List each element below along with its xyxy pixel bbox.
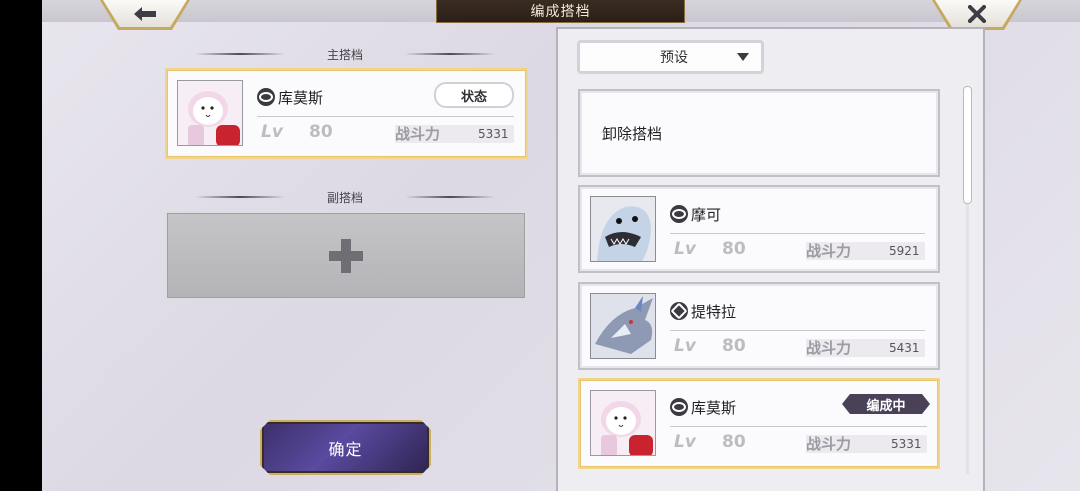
main-partner-label: 主搭档 <box>165 46 525 63</box>
divider <box>257 116 514 117</box>
level-label: Lv <box>674 336 696 356</box>
editing-badge: 编成中 <box>842 394 930 414</box>
partner-name: 库莫斯 <box>278 89 324 107</box>
level-label: Lv <box>674 432 696 452</box>
divider <box>670 233 925 234</box>
partner-portrait <box>590 196 656 262</box>
preset-dropdown[interactable]: 预设 <box>577 40 764 74</box>
title-bar: 编成搭档 <box>436 0 685 23</box>
power-label: 战斗力 <box>806 242 852 260</box>
preset-label: 预设 <box>660 50 688 66</box>
divider <box>670 330 925 331</box>
confirm-button[interactable]: 确定 <box>260 420 431 475</box>
element-eye-icon <box>257 88 275 106</box>
level-label: Lv <box>674 239 696 259</box>
sub-partner-slot[interactable] <box>165 211 527 300</box>
level-label: Lv <box>261 122 283 142</box>
level-value: 80 <box>309 122 333 142</box>
titela-portrait-image <box>591 294 655 358</box>
status-button[interactable]: 状态 <box>434 82 514 108</box>
scroll-track <box>966 204 969 474</box>
power-value: 5921 <box>889 244 920 258</box>
power-value: 5431 <box>889 341 920 355</box>
plus-icon <box>329 238 363 273</box>
unequip-partner-button[interactable]: 卸除搭档 <box>578 89 940 177</box>
level-value: 80 <box>722 432 746 452</box>
level-value: 80 <box>722 239 746 259</box>
scrollbar-thumb[interactable] <box>963 86 972 204</box>
partner-portrait <box>177 80 243 146</box>
power-value: 5331 <box>478 127 509 141</box>
level-value: 80 <box>722 336 746 356</box>
power-value: 5331 <box>891 437 922 451</box>
sub-partner-label: 副搭档 <box>165 189 525 206</box>
element-eye-icon <box>670 205 688 223</box>
element-dark-icon <box>670 302 688 320</box>
kumos-portrait-image <box>178 81 242 145</box>
arrow-left-icon <box>134 6 156 21</box>
page-title: 编成搭档 <box>530 4 591 20</box>
power-label: 战斗力 <box>806 435 852 453</box>
power-label: 战斗力 <box>806 339 852 357</box>
list-item-moke[interactable]: 摩可 Lv 80 战斗力 5921 <box>578 185 940 273</box>
main-partner-card[interactable]: 库莫斯 状态 Lv 80 战斗力 5331 <box>165 68 528 159</box>
partner-portrait <box>590 390 656 456</box>
close-icon <box>968 4 986 23</box>
partner-name: 提特拉 <box>691 303 737 321</box>
partner-name: 摩可 <box>691 206 722 224</box>
partner-name: 库莫斯 <box>691 399 737 417</box>
caret-down-icon <box>737 53 749 61</box>
element-eye-icon <box>670 398 688 416</box>
partner-portrait <box>590 293 656 359</box>
moke-portrait-image <box>591 197 655 261</box>
power-label: 战斗力 <box>395 125 441 143</box>
list-item-titela[interactable]: 提特拉 Lv 80 战斗力 5431 <box>578 282 940 370</box>
unequip-label: 卸除搭档 <box>602 125 663 143</box>
list-item-kumos[interactable]: 库莫斯 编成中 Lv 80 战斗力 5331 <box>578 378 940 469</box>
screen-left-edge <box>0 0 42 491</box>
kumos-portrait-image <box>591 391 655 455</box>
divider <box>670 426 927 427</box>
